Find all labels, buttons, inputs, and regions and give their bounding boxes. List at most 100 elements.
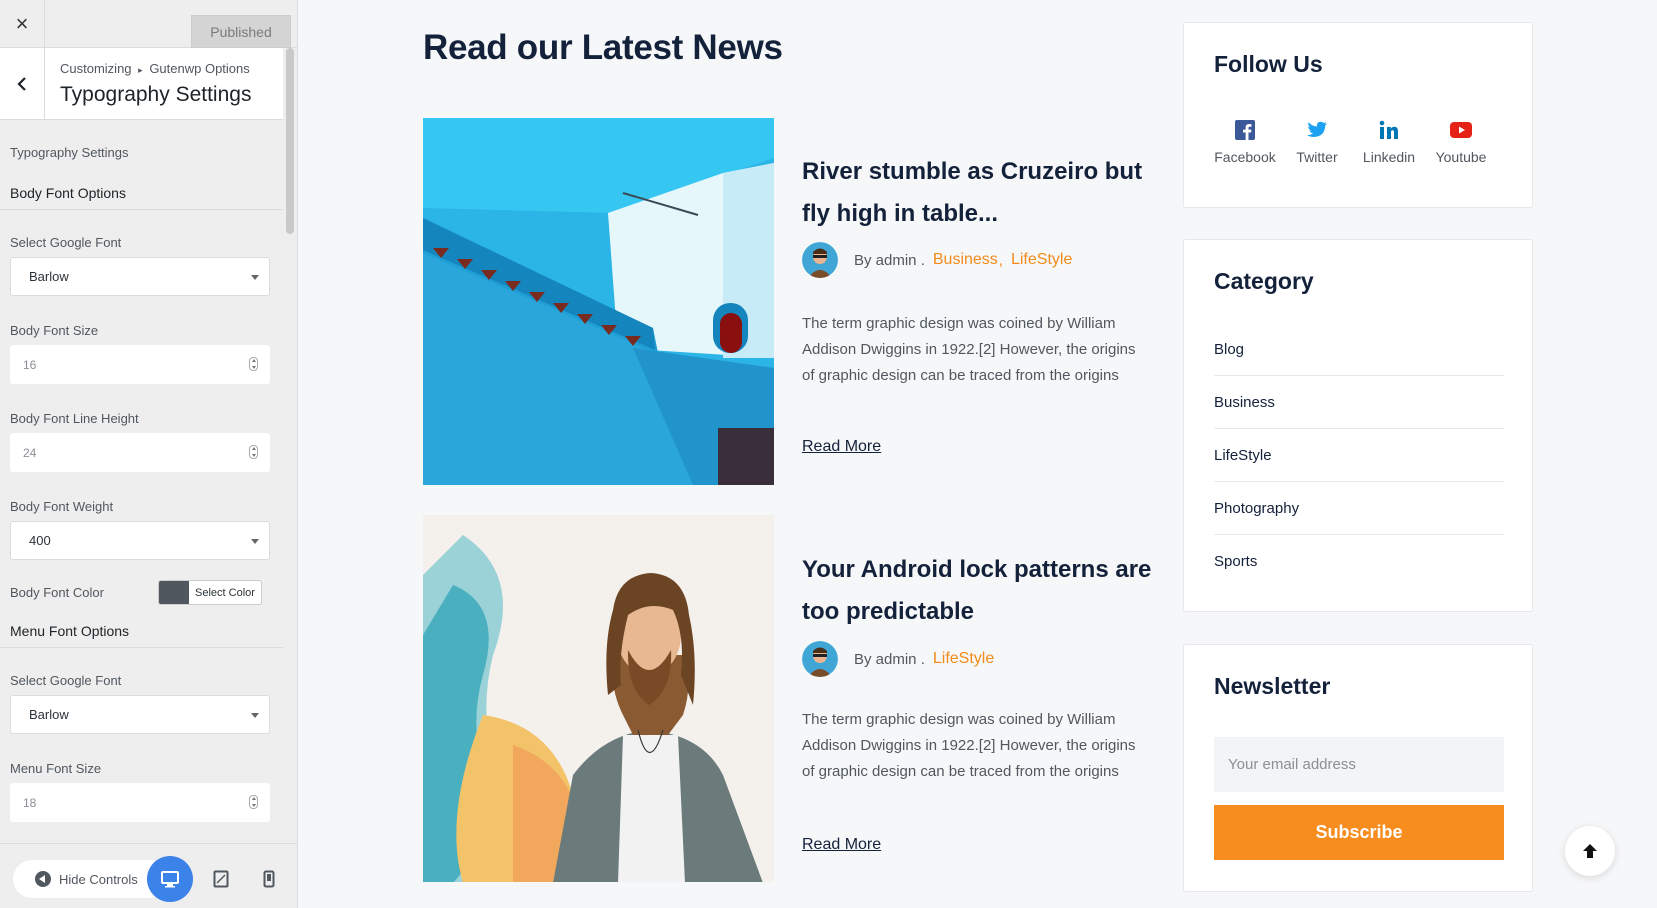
hide-controls-label: Hide Controls [59, 871, 138, 887]
author-avatar [802, 641, 838, 677]
subscribe-button[interactable]: Subscribe [1214, 805, 1504, 860]
customizer-footer: Hide Controls [0, 843, 297, 908]
email-field[interactable] [1214, 737, 1504, 792]
close-customizer-button[interactable]: × [0, 0, 45, 48]
follow-us-widget: Follow Us Facebook Twitter Linkedin Yout… [1183, 22, 1533, 208]
post-category-link[interactable]: LifeStyle [1011, 251, 1072, 269]
post-category-link[interactable]: Business [933, 251, 998, 269]
customizer-topbar: × Published [0, 0, 297, 48]
color-swatch [159, 581, 189, 604]
body-font-size-label: Body Font Size [10, 323, 99, 338]
desktop-icon [161, 871, 179, 888]
select-color-label: Select Color [195, 586, 255, 599]
category-item-sports[interactable]: Sports [1214, 535, 1504, 588]
number-spinner-icon[interactable] [249, 357, 258, 371]
chevron-left-icon [17, 77, 26, 91]
linkedin-icon [1378, 119, 1400, 141]
section-title: Read our Latest News [423, 28, 783, 67]
body-font-color-picker[interactable]: Select Color [158, 580, 262, 605]
panel-header: Customizing ▸ Gutenwp Options Typography… [0, 48, 283, 120]
sidebar-scrollbar[interactable] [286, 48, 294, 234]
post-author: By admin . [854, 251, 925, 269]
hide-controls-button[interactable]: Hide Controls [13, 860, 168, 898]
post-image[interactable] [423, 515, 774, 882]
menu-font-size-value: 18 [23, 795, 37, 810]
linkedin-link[interactable]: Linkedin [1355, 119, 1423, 165]
caret-down-icon [251, 713, 259, 718]
menu-google-font-value: Barlow [29, 707, 69, 722]
body-google-font-select[interactable]: Barlow [10, 257, 270, 296]
youtube-icon [1450, 119, 1472, 141]
category-separator: , [998, 251, 1003, 269]
post-excerpt: The term graphic design was coined by Wi… [802, 711, 1136, 780]
linkedin-label: Linkedin [1362, 149, 1416, 165]
category-widget: Category Blog Business LifeStyle Photogr… [1183, 239, 1533, 612]
post-image[interactable] [423, 118, 774, 485]
collapse-icon [35, 871, 51, 887]
twitter-link[interactable]: Twitter [1283, 119, 1351, 165]
widget-title: Category [1214, 268, 1314, 294]
preview-mobile-button[interactable] [258, 868, 280, 890]
facebook-link[interactable]: Facebook [1211, 119, 1279, 165]
widget-title: Follow Us [1214, 51, 1323, 77]
widget-title: Newsletter [1214, 673, 1331, 699]
customizer-sidebar: × Published Customizing ▸ Gutenwp Option… [0, 0, 298, 908]
body-line-height-input[interactable]: 24 [10, 433, 270, 472]
body-font-color-label: Body Font Color [10, 585, 104, 600]
arrow-up-icon [1583, 844, 1597, 858]
blue-building-image [423, 118, 774, 485]
post-title[interactable]: River stumble as Cruzeiro but fly high i… [802, 151, 1162, 235]
post-category-link[interactable]: LifeStyle [933, 650, 994, 668]
panel-title: Typography Settings [60, 83, 252, 106]
post-title[interactable]: Your Android lock patterns are too predi… [802, 549, 1162, 633]
category-item-photography[interactable]: Photography [1214, 482, 1504, 535]
read-more-link[interactable]: Read More [802, 836, 881, 854]
publish-button[interactable]: Published [191, 15, 291, 48]
post-meta: By admin . LifeStyle [802, 641, 994, 677]
back-button[interactable] [0, 48, 45, 120]
menu-google-font-select[interactable]: Barlow [10, 695, 270, 734]
newsletter-widget: Newsletter Subscribe [1183, 644, 1533, 892]
youtube-link[interactable]: Youtube [1427, 119, 1495, 165]
body-google-font-label: Select Google Font [10, 235, 122, 250]
post-meta: By admin . Business, LifeStyle [802, 242, 1072, 278]
number-spinner-icon[interactable] [249, 445, 258, 459]
breadcrumb-separator: ▸ [138, 65, 143, 75]
twitter-icon [1306, 119, 1328, 141]
body-font-options-heading: Body Font Options [10, 185, 126, 201]
caret-down-icon [251, 539, 259, 544]
body-font-weight-label: Body Font Weight [10, 499, 114, 514]
body-font-weight-value: 400 [29, 533, 51, 548]
category-item-business[interactable]: Business [1214, 376, 1504, 429]
breadcrumb-root: Customizing [60, 61, 132, 76]
body-font-size-value: 16 [23, 357, 37, 372]
mobile-icon [263, 870, 275, 888]
portrait-man-image [423, 515, 774, 882]
number-spinner-icon[interactable] [249, 795, 258, 809]
category-item-lifestyle[interactable]: LifeStyle [1214, 429, 1504, 482]
divider [0, 209, 283, 210]
read-more-link[interactable]: Read More [802, 438, 881, 456]
author-avatar [802, 242, 838, 278]
divider [0, 647, 283, 648]
post-author: By admin . [854, 650, 925, 668]
body-font-weight-select[interactable]: 400 [10, 521, 270, 560]
scroll-to-top-button[interactable] [1565, 826, 1615, 876]
menu-font-options-heading: Menu Font Options [10, 623, 130, 639]
caret-down-icon [251, 275, 259, 280]
body-google-font-value: Barlow [29, 269, 69, 284]
body-line-height-value: 24 [23, 445, 37, 460]
menu-google-font-label: Select Google Font [10, 673, 122, 688]
facebook-label: Facebook [1214, 149, 1276, 165]
category-item-blog[interactable]: Blog [1214, 323, 1504, 376]
body-font-size-input[interactable]: 16 [10, 345, 270, 384]
breadcrumb: Customizing ▸ Gutenwp Options [60, 61, 250, 76]
preview-tablet-button[interactable] [210, 868, 232, 890]
youtube-label: Youtube [1435, 149, 1487, 165]
breadcrumb-section: Gutenwp Options [149, 61, 250, 76]
preview-desktop-button[interactable] [147, 856, 193, 902]
twitter-label: Twitter [1296, 149, 1338, 165]
site-preview: Read our Latest News River stumble as Cr… [298, 0, 1657, 908]
section-description: Typography Settings [10, 145, 129, 160]
menu-font-size-input[interactable]: 18 [10, 783, 270, 822]
